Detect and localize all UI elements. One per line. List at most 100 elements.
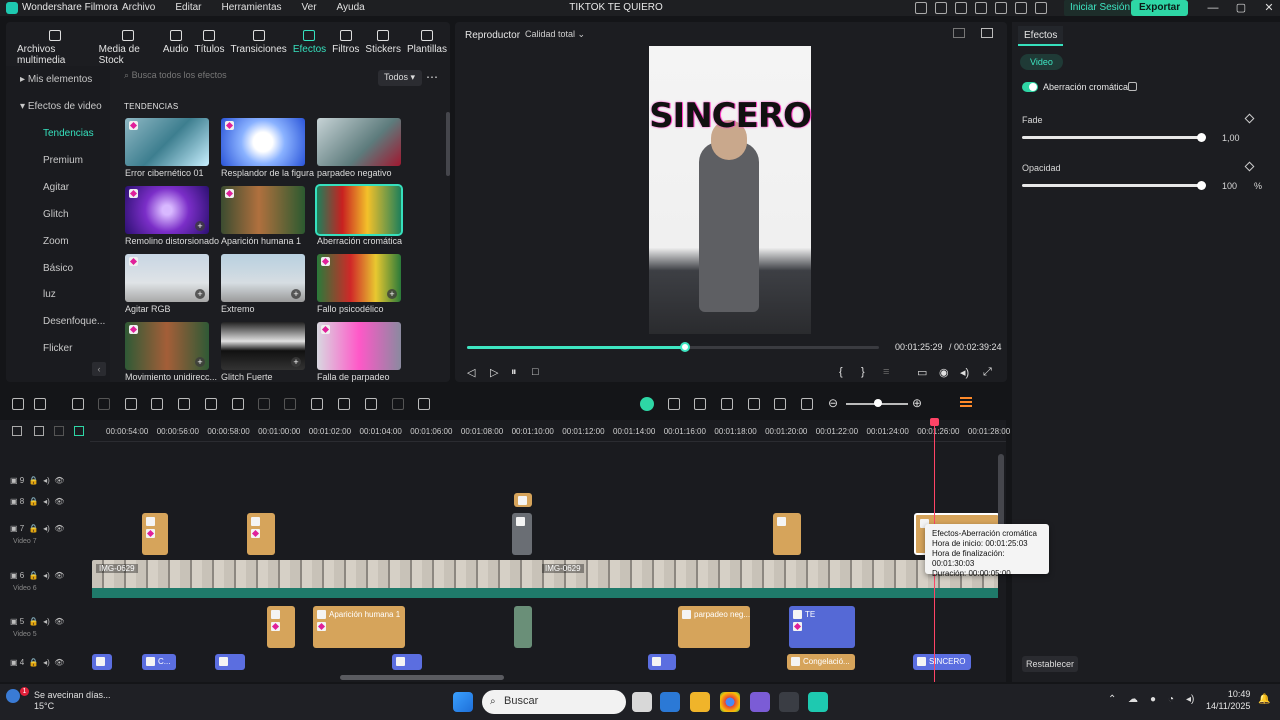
tab-plantillas[interactable]: Plantillas xyxy=(404,30,450,66)
discord-icon[interactable] xyxy=(750,692,770,712)
fade-slider[interactable] xyxy=(1022,133,1206,142)
effect-clip-te[interactable]: TE xyxy=(789,606,855,648)
effect-thumb-agitar-rgb[interactable]: + xyxy=(125,254,209,302)
system-clock[interactable]: 10:49 14/11/2025 xyxy=(1206,688,1250,712)
add-icon[interactable]: + xyxy=(387,289,397,299)
effect-clip-parpadeo[interactable]: parpadeo neg... xyxy=(678,606,750,648)
tab-transiciones[interactable]: Transiciones xyxy=(227,30,289,66)
add-track-icon[interactable] xyxy=(12,426,22,436)
layout-icon[interactable] xyxy=(955,2,967,14)
effect-thumb-resplandor[interactable] xyxy=(221,118,305,166)
tab-audio[interactable]: Audio xyxy=(160,30,192,66)
title-clip[interactable] xyxy=(92,654,112,670)
zoom-out-icon[interactable]: ⊖ xyxy=(828,396,838,410)
task-view-icon[interactable] xyxy=(632,692,652,712)
notes-app-icon[interactable] xyxy=(660,692,680,712)
effect-thumb-extremo[interactable]: + xyxy=(221,254,305,302)
tab-stickers[interactable]: Stickers xyxy=(362,30,404,66)
speed-icon[interactable] xyxy=(311,398,323,410)
title-clip[interactable] xyxy=(648,654,676,670)
windows-start-icon[interactable] xyxy=(453,692,473,712)
text-tool-icon[interactable] xyxy=(205,398,217,410)
audio-meter-icon[interactable] xyxy=(960,397,972,409)
video-chip[interactable]: Video xyxy=(1020,54,1063,70)
effect-clip[interactable] xyxy=(267,606,295,648)
effect-thumb-aparicion-humana[interactable] xyxy=(221,186,305,234)
add-icon[interactable]: + xyxy=(291,357,301,367)
cloud-icon[interactable] xyxy=(995,2,1007,14)
mask-icon[interactable] xyxy=(392,398,404,410)
play-icon[interactable]: ▷ xyxy=(490,366,498,379)
notification-icon[interactable] xyxy=(1015,2,1027,14)
weather-widget[interactable]: Se avecinan días... 15°C xyxy=(34,690,111,712)
notification-center-icon[interactable]: 🔔 xyxy=(1258,694,1270,705)
chrome-icon[interactable] xyxy=(720,692,740,712)
library-scrollbar[interactable] xyxy=(446,112,450,176)
file-explorer-icon[interactable] xyxy=(690,692,710,712)
send-icon[interactable] xyxy=(915,2,927,14)
redo-icon[interactable] xyxy=(98,398,110,410)
cloud-tray-icon[interactable]: ☁ xyxy=(1128,694,1138,705)
effect-thumb-aberracion-cromatica[interactable] xyxy=(315,184,403,236)
insert-icon[interactable]: ≡ xyxy=(883,366,889,378)
detach-icon[interactable] xyxy=(774,398,786,410)
stabilize-icon[interactable] xyxy=(365,398,377,410)
reset-button[interactable]: Restablecer xyxy=(1022,656,1079,672)
voiceover-icon[interactable] xyxy=(748,398,760,410)
sidebar-item-efectos-de-video[interactable]: ▾ Efectos de video xyxy=(20,101,124,112)
snapshot-view-icon[interactable] xyxy=(981,28,993,38)
microphone-icon[interactable] xyxy=(721,398,733,410)
mark-out-icon[interactable]: } xyxy=(861,366,865,378)
export-button[interactable]: Exportar xyxy=(1131,0,1189,16)
opacity-slider[interactable] xyxy=(1022,181,1206,190)
color-icon[interactable] xyxy=(284,398,296,410)
minimize-icon[interactable]: — xyxy=(1198,0,1228,16)
wifi-icon[interactable]: ◔ xyxy=(1168,694,1174,705)
title-clip-sincero[interactable]: SINCERO xyxy=(913,654,971,670)
effect-settings-icon[interactable] xyxy=(1128,82,1137,91)
grid-menu-icon[interactable] xyxy=(1035,2,1047,14)
magnet-icon[interactable] xyxy=(74,426,84,436)
effect-thumb-movimiento[interactable]: + xyxy=(125,322,209,370)
tab-efectos-props[interactable]: Efectos xyxy=(1018,26,1064,46)
undo-icon[interactable] xyxy=(72,398,84,410)
track-lock-icon[interactable] xyxy=(54,426,64,436)
title-clip[interactable] xyxy=(215,654,245,670)
timeline-vscroll[interactable] xyxy=(998,454,1004,534)
effect-thumb-glitch-fuerte[interactable]: + xyxy=(221,322,305,370)
ai-tool-icon[interactable] xyxy=(640,397,654,411)
fade-value[interactable]: 1,00 xyxy=(1222,133,1240,143)
effect-thumb-fallo-psicodelico[interactable]: + xyxy=(317,254,401,302)
sidebar-item-mis-elementos[interactable]: ▸ Mis elementos xyxy=(20,74,124,85)
tab-efectos[interactable]: Efectos xyxy=(290,30,329,66)
save-icon[interactable] xyxy=(975,2,987,14)
snapshot-icon[interactable] xyxy=(801,398,813,410)
time-ruler[interactable]: 00:00:54:00 00:00:56:00 00:00:58:00 00:01:0… xyxy=(90,420,1010,442)
effect-clip[interactable] xyxy=(142,513,168,555)
transform-icon[interactable] xyxy=(258,398,270,410)
zoom-in-icon[interactable]: ⊕ xyxy=(912,396,922,410)
add-icon[interactable]: + xyxy=(291,289,301,299)
progress-knob[interactable] xyxy=(680,342,691,352)
tray-chevron-icon[interactable]: ⌃ xyxy=(1108,694,1116,705)
playback-progress[interactable] xyxy=(467,342,879,352)
taskbar-search[interactable]: Buscar xyxy=(482,690,626,714)
effect-clip[interactable] xyxy=(773,513,801,555)
crop-icon[interactable] xyxy=(232,398,244,410)
filmora-taskbar-icon[interactable] xyxy=(808,692,828,712)
mark-in-icon[interactable]: { xyxy=(839,366,843,378)
zoom-slider-knob[interactable] xyxy=(874,399,882,407)
keyframe-diamond-icon[interactable] xyxy=(1244,113,1255,124)
video-preview[interactable]: SINCERO xyxy=(649,46,812,334)
title-clip[interactable] xyxy=(392,654,422,670)
volume-icon[interactable]: ◂) xyxy=(960,366,969,379)
tab-archivos-multimedia[interactable]: Archivos multimedia xyxy=(14,30,96,66)
video-clip-small[interactable] xyxy=(512,513,532,555)
add-icon[interactable]: + xyxy=(195,357,205,367)
effect-thumb-parpadeo-negativo[interactable] xyxy=(317,118,401,166)
effects-search[interactable]: ⌕ Busca todos los efectos xyxy=(124,70,374,86)
effect-thumb-remolino[interactable]: + xyxy=(125,186,209,234)
filter-dropdown[interactable]: Todos ▾ xyxy=(378,70,422,86)
audio-split-icon[interactable] xyxy=(178,398,190,410)
timer-icon[interactable] xyxy=(338,398,350,410)
